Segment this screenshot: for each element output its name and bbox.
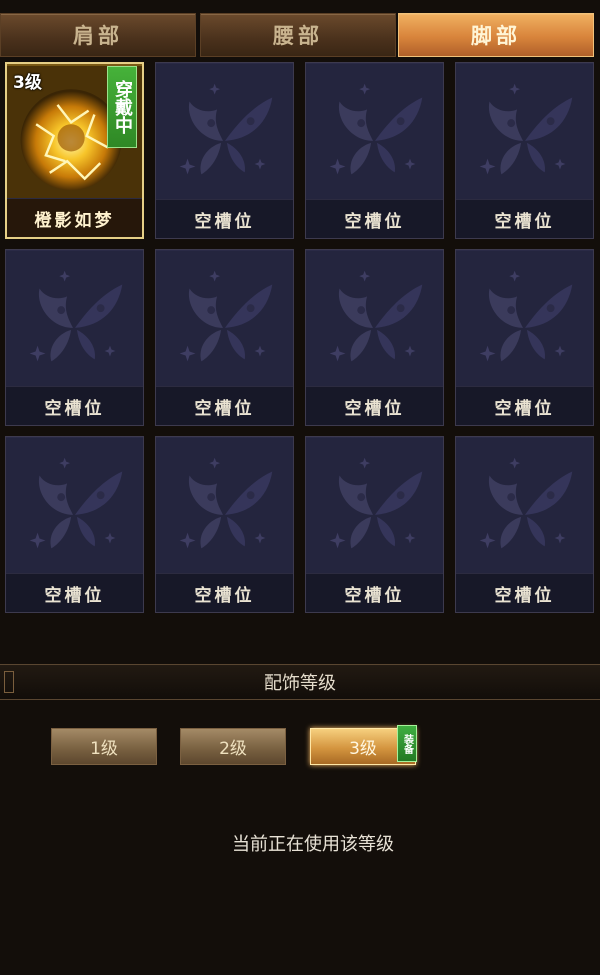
slot-name: 空槽位: [456, 573, 593, 612]
slot-name: 空槽位: [306, 199, 443, 238]
tab-waist[interactable]: 腰部: [200, 13, 396, 57]
empty-slot[interactable]: 空槽位: [5, 249, 144, 426]
tab-feet[interactable]: 脚部: [398, 13, 594, 57]
butterfly-placeholder-icon: [456, 63, 593, 201]
slot-name: 橙影如梦: [7, 198, 142, 237]
accessory-level-header: 配饰等级: [0, 664, 600, 700]
butterfly-placeholder-icon: [156, 63, 293, 201]
butterfly-placeholder-icon: [156, 250, 293, 388]
empty-slot[interactable]: 空槽位: [305, 249, 444, 426]
slot-name: 空槽位: [156, 573, 293, 612]
empty-slot[interactable]: 空槽位: [305, 436, 444, 613]
tab-bar: 肩部 腰部 脚部: [0, 13, 600, 59]
butterfly-placeholder-icon: [456, 437, 593, 575]
butterfly-placeholder-icon: [306, 63, 443, 201]
butterfly-placeholder-icon: [306, 250, 443, 388]
equipped-tag: 装备: [397, 725, 417, 762]
butterfly-placeholder-icon: [6, 250, 143, 388]
empty-slot[interactable]: 空槽位: [5, 436, 144, 613]
accessory-level-title: 配饰等级: [264, 673, 336, 694]
empty-slot[interactable]: 空槽位: [155, 436, 294, 613]
empty-slot[interactable]: 空槽位: [155, 249, 294, 426]
butterfly-placeholder-icon: [456, 250, 593, 388]
slot-name: 空槽位: [6, 573, 143, 612]
empty-slot[interactable]: 空槽位: [305, 62, 444, 239]
tab-shoulder[interactable]: 肩部: [0, 13, 196, 57]
accessory-slot-equipped[interactable]: 3级 穿戴中 橙影如梦: [5, 62, 144, 239]
empty-slot[interactable]: 空槽位: [455, 436, 594, 613]
slot-name: 空槽位: [456, 199, 593, 238]
butterfly-placeholder-icon: [6, 437, 143, 575]
empty-slot[interactable]: 空槽位: [155, 62, 294, 239]
slot-name: 空槽位: [306, 386, 443, 425]
butterfly-placeholder-icon: [156, 437, 293, 575]
empty-slot[interactable]: 空槽位: [455, 249, 594, 426]
slot-name: 空槽位: [156, 199, 293, 238]
slot-name: 空槽位: [456, 386, 593, 425]
level-1-button[interactable]: 1级: [51, 728, 157, 765]
empty-slot[interactable]: 空槽位: [455, 62, 594, 239]
slot-name: 空槽位: [156, 386, 293, 425]
slot-name: 空槽位: [306, 573, 443, 612]
butterfly-placeholder-icon: [306, 437, 443, 575]
level-status-text: 当前正在使用该等级: [232, 834, 394, 855]
level-2-button[interactable]: 2级: [180, 728, 286, 765]
header-ornament: [4, 671, 14, 693]
slot-name: 空槽位: [6, 386, 143, 425]
item-level-badge: 3级: [13, 73, 42, 93]
wearing-badge: 穿戴中: [107, 66, 137, 148]
